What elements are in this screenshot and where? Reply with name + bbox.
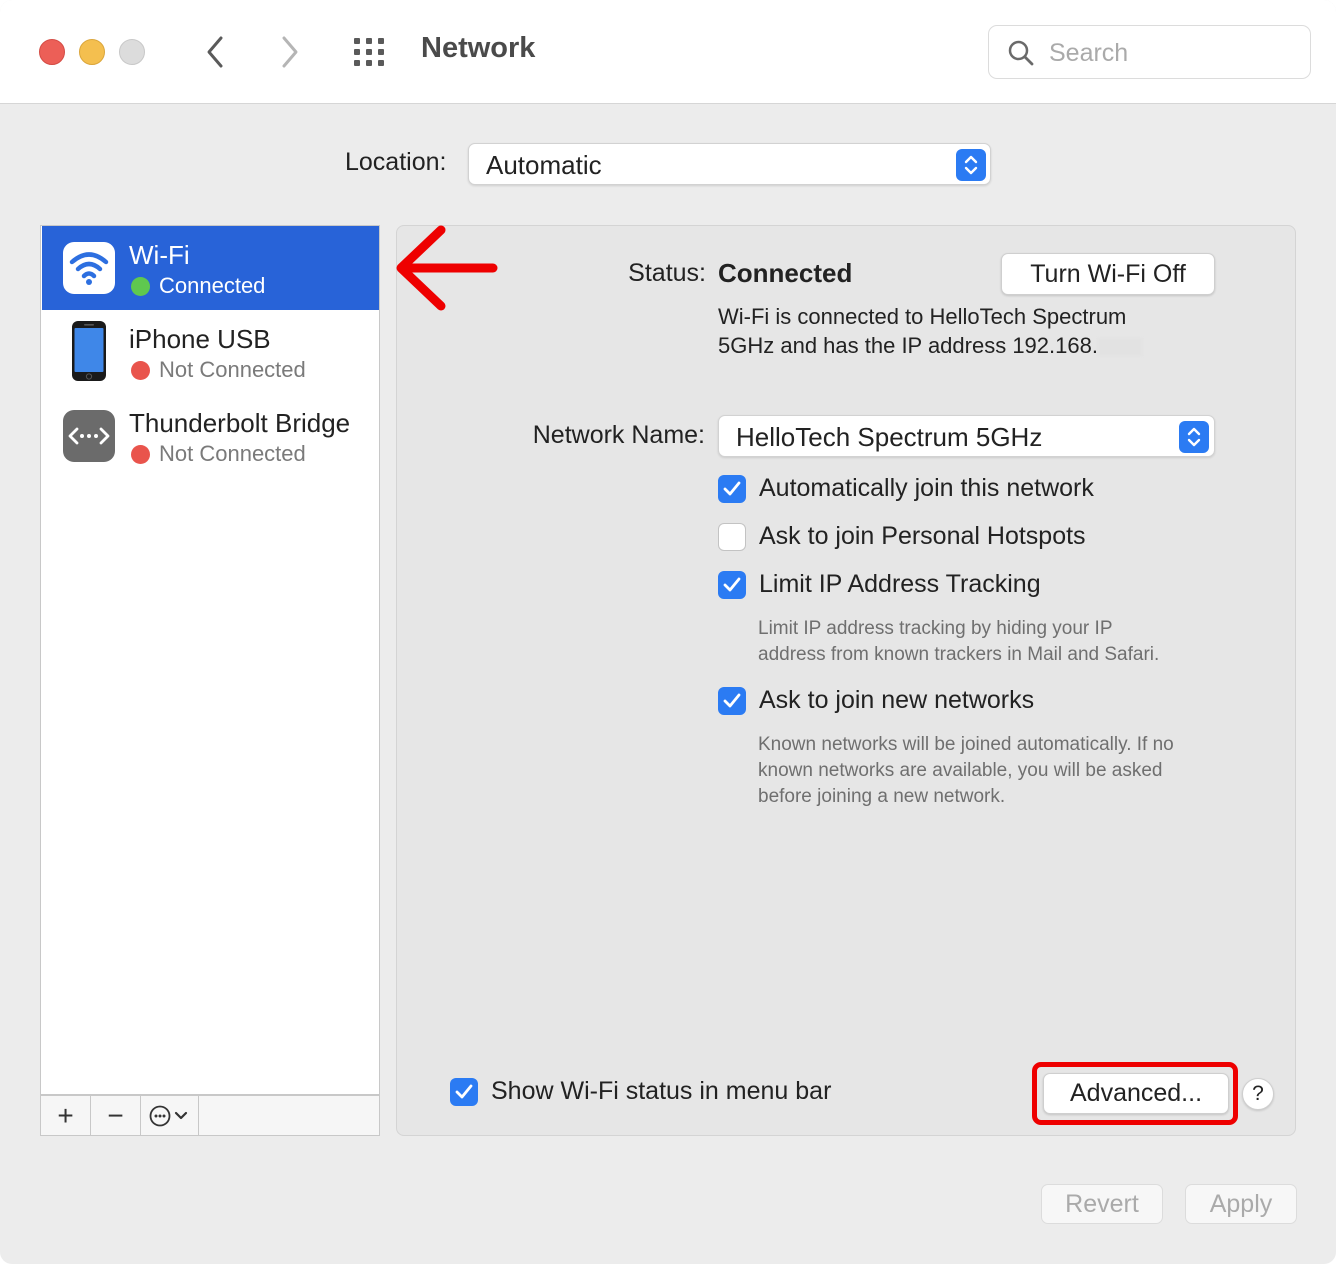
limit-ip-tracking-checkbox[interactable]: [718, 570, 746, 599]
service-status: Not Connected: [159, 441, 306, 466]
service-name: Thunderbolt Bridge: [129, 408, 351, 438]
auto-join-label: Automatically join this network: [759, 474, 1094, 502]
network-preferences-window: Network Location: Automatic Wi-Fi: [0, 0, 1336, 1264]
apply-button[interactable]: Apply: [1185, 1184, 1297, 1224]
location-popup[interactable]: Automatic: [468, 143, 991, 185]
service-name: Wi-Fi: [129, 240, 190, 270]
network-name-value: HelloTech Spectrum 5GHz: [736, 422, 1043, 452]
status-dot-connected: [131, 277, 150, 296]
network-name-label: Network Name:: [532, 421, 705, 449]
window-title: Network: [421, 32, 536, 64]
updown-chevron-icon: [956, 149, 986, 181]
service-name: iPhone USB: [129, 324, 271, 354]
service-item-wifi[interactable]: Wi-Fi Connected: [42, 226, 379, 310]
checkmark-icon: [723, 693, 741, 707]
personal-hotspots-checkbox[interactable]: [718, 522, 746, 551]
checkmark-icon: [723, 577, 741, 591]
service-list-toolbar: + −: [40, 1095, 380, 1136]
ellipsis-circle-icon: [149, 1105, 187, 1126]
annotation-arrow-icon: [396, 225, 498, 311]
chevron-right-icon: [282, 36, 298, 68]
iphone-icon: [62, 321, 116, 381]
checkmark-icon: [455, 1084, 473, 1098]
service-status: Connected: [159, 273, 266, 298]
status-dot-disconnected: [131, 445, 150, 464]
zoom-window-button[interactable]: [119, 39, 145, 65]
search-field[interactable]: [988, 25, 1311, 79]
search-input[interactable]: [1049, 36, 1299, 70]
note-line: address from known trackers in Mail and …: [758, 644, 1160, 665]
service-item-iphone-usb[interactable]: iPhone USB Not Connected: [42, 310, 379, 394]
advanced-button[interactable]: Advanced...: [1043, 1073, 1229, 1114]
forward-button[interactable]: [270, 30, 310, 74]
ask-new-networks-checkbox[interactable]: [718, 686, 746, 715]
status-description-line-ip: 5GHz and has the IP address 192.168.: [718, 331, 1188, 360]
service-item-thunderbolt-bridge[interactable]: Thunderbolt Bridge Not Connected: [42, 394, 379, 478]
ask-new-networks-note: Known networks will be joined automatica…: [758, 732, 1174, 810]
show-status-menu-bar-label: Show Wi-Fi status in menu bar: [491, 1077, 832, 1105]
remove-service-button[interactable]: −: [91, 1096, 141, 1135]
location-value: Automatic: [486, 150, 602, 180]
status-description: Wi-Fi is connected to HelloTech Spectrum…: [718, 302, 1188, 360]
close-window-button[interactable]: [39, 39, 65, 65]
redacted-ip-block: [1097, 338, 1142, 357]
thunderbolt-bridge-icon: [62, 409, 116, 463]
add-service-button[interactable]: +: [41, 1096, 91, 1135]
updown-chevron-icon: [1179, 421, 1209, 453]
note-line: known networks are available, you will b…: [758, 760, 1163, 781]
service-list: Wi-Fi Connected iPhone USB Not Connected: [40, 225, 380, 1095]
personal-hotspots-label: Ask to join Personal Hotspots: [759, 522, 1086, 550]
revert-button[interactable]: Revert: [1041, 1184, 1163, 1224]
checkmark-icon: [723, 481, 741, 495]
limit-ip-tracking-note: Limit IP address tracking by hiding your…: [758, 616, 1159, 668]
back-button[interactable]: [195, 30, 235, 74]
status-value: Connected: [718, 258, 853, 288]
service-status: Not Connected: [159, 357, 306, 382]
network-name-popup[interactable]: HelloTech Spectrum 5GHz: [718, 415, 1215, 457]
auto-join-checkbox[interactable]: [718, 474, 746, 503]
wifi-icon: [62, 241, 116, 295]
ask-new-networks-option[interactable]: Ask to join new networks: [718, 686, 1034, 715]
status-label: Status:: [628, 259, 706, 287]
ask-new-networks-label: Ask to join new networks: [759, 686, 1035, 714]
personal-hotspots-option[interactable]: Ask to join Personal Hotspots: [718, 522, 1086, 551]
minimize-window-button[interactable]: [79, 39, 105, 65]
limit-ip-tracking-option[interactable]: Limit IP Address Tracking: [718, 570, 1041, 599]
note-line: Limit IP address tracking by hiding your…: [758, 618, 1113, 639]
action-menu-button[interactable]: [141, 1096, 199, 1135]
chevron-left-icon: [207, 36, 223, 68]
status-description-text: 5GHz and has the IP address 192.168.: [718, 333, 1098, 358]
show-status-menu-bar-checkbox[interactable]: [450, 1077, 478, 1106]
location-label: Location:: [345, 148, 447, 176]
note-line: before joining a new network.: [758, 786, 1006, 807]
limit-ip-tracking-label: Limit IP Address Tracking: [759, 570, 1041, 598]
status-dot-disconnected: [131, 361, 150, 380]
status-description-line: Wi-Fi is connected to HelloTech Spectrum: [718, 304, 1127, 329]
help-button[interactable]: ?: [1242, 1078, 1274, 1110]
wifi-detail-panel: [396, 225, 1296, 1136]
note-line: Known networks will be joined automatica…: [758, 734, 1174, 755]
turn-wifi-off-button[interactable]: Turn Wi-Fi Off: [1001, 253, 1215, 295]
titlebar: Network: [0, 0, 1336, 104]
show-status-menu-bar-option[interactable]: Show Wi-Fi status in menu bar: [450, 1077, 831, 1106]
auto-join-option[interactable]: Automatically join this network: [718, 474, 1094, 503]
search-icon: [1008, 40, 1034, 66]
show-all-grid-button[interactable]: [350, 34, 392, 70]
